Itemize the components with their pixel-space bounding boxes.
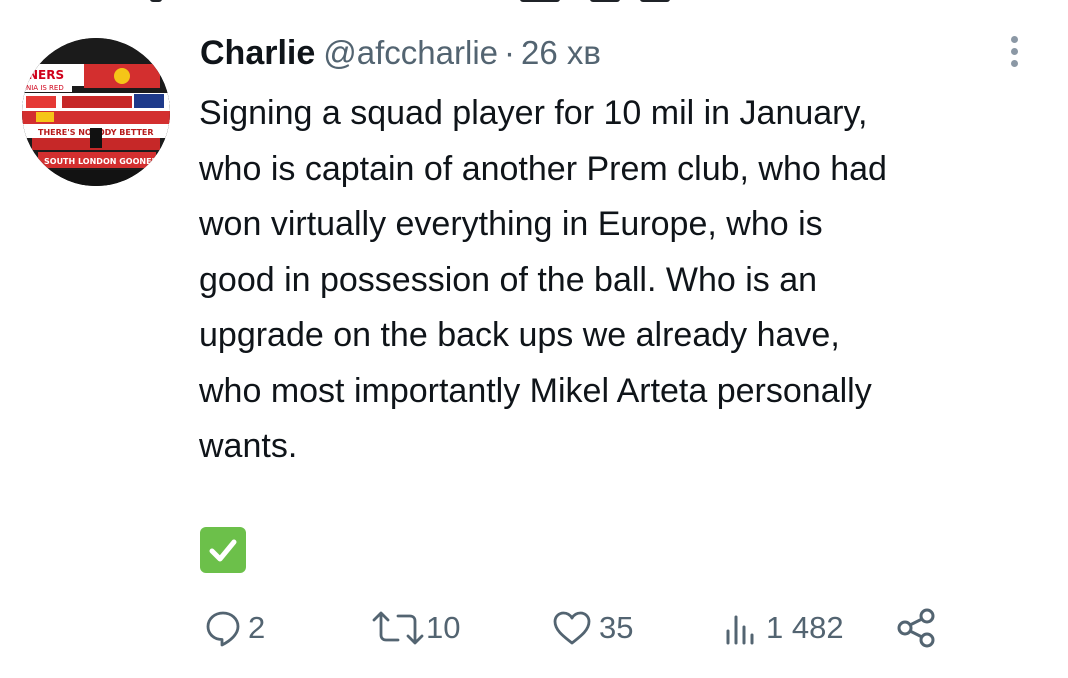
- like-count: 35: [599, 610, 634, 645]
- reply-icon: [206, 611, 240, 647]
- separator-dot: ·: [504, 34, 515, 71]
- share-icon: [897, 608, 935, 648]
- retweet-button[interactable]: 10: [370, 600, 460, 656]
- tweet-text-line: wants.: [199, 427, 298, 465]
- tweet-text-line: won virtually everything in Europe, who …: [199, 205, 823, 243]
- avatar[interactable]: NERS NIA IS RED THERE'S NOBODY BETTER SO…: [22, 38, 170, 186]
- avatar-banner-text-2: NIA IS RED: [26, 84, 64, 92]
- tweet-text-line: who most importantly Mikel Arteta person…: [199, 371, 872, 410]
- avatar-banner-text-1: NERS: [28, 68, 64, 82]
- heart-icon: [553, 611, 591, 645]
- more-options-icon[interactable]: [1004, 36, 1024, 74]
- reply-count: 2: [248, 610, 266, 645]
- author-name[interactable]: Charlie: [200, 34, 315, 72]
- timestamp[interactable]: 26 хв: [521, 34, 601, 71]
- check-mark-emoji-icon: [200, 527, 246, 573]
- tweet-text: Signing a squad player for 10 mil in Jan…: [199, 86, 1049, 475]
- tweet-header: Charlie @afccharlie · 26 хв: [200, 34, 601, 78]
- reply-button[interactable]: 2: [204, 600, 265, 656]
- tweet-text-line: Signing a squad player for 10 mil in Jan…: [199, 94, 868, 132]
- share-button[interactable]: [896, 600, 938, 656]
- retweet-count: 10: [426, 610, 461, 645]
- tweet-actions-bar: 2 10 35 1 482: [0, 600, 1068, 656]
- avatar-banner-text-4: SOUTH LONDON GOONERS: [44, 157, 164, 166]
- like-button[interactable]: 35: [551, 600, 633, 656]
- tweet-text-line: good in possession of the ball. Who is a…: [199, 260, 818, 299]
- tweet-text-line: upgrade on the back ups we already have,: [199, 316, 840, 354]
- views-button[interactable]: 1 482: [722, 600, 844, 656]
- tweet-text-line: who is captain of another Prem club, who…: [199, 149, 887, 188]
- previous-tweet-clipped-text: [0, 0, 1068, 10]
- views-chart-icon: [726, 615, 754, 645]
- retweet-icon: [372, 611, 424, 645]
- author-handle[interactable]: @afccharlie: [323, 34, 498, 71]
- views-count: 1 482: [766, 610, 844, 645]
